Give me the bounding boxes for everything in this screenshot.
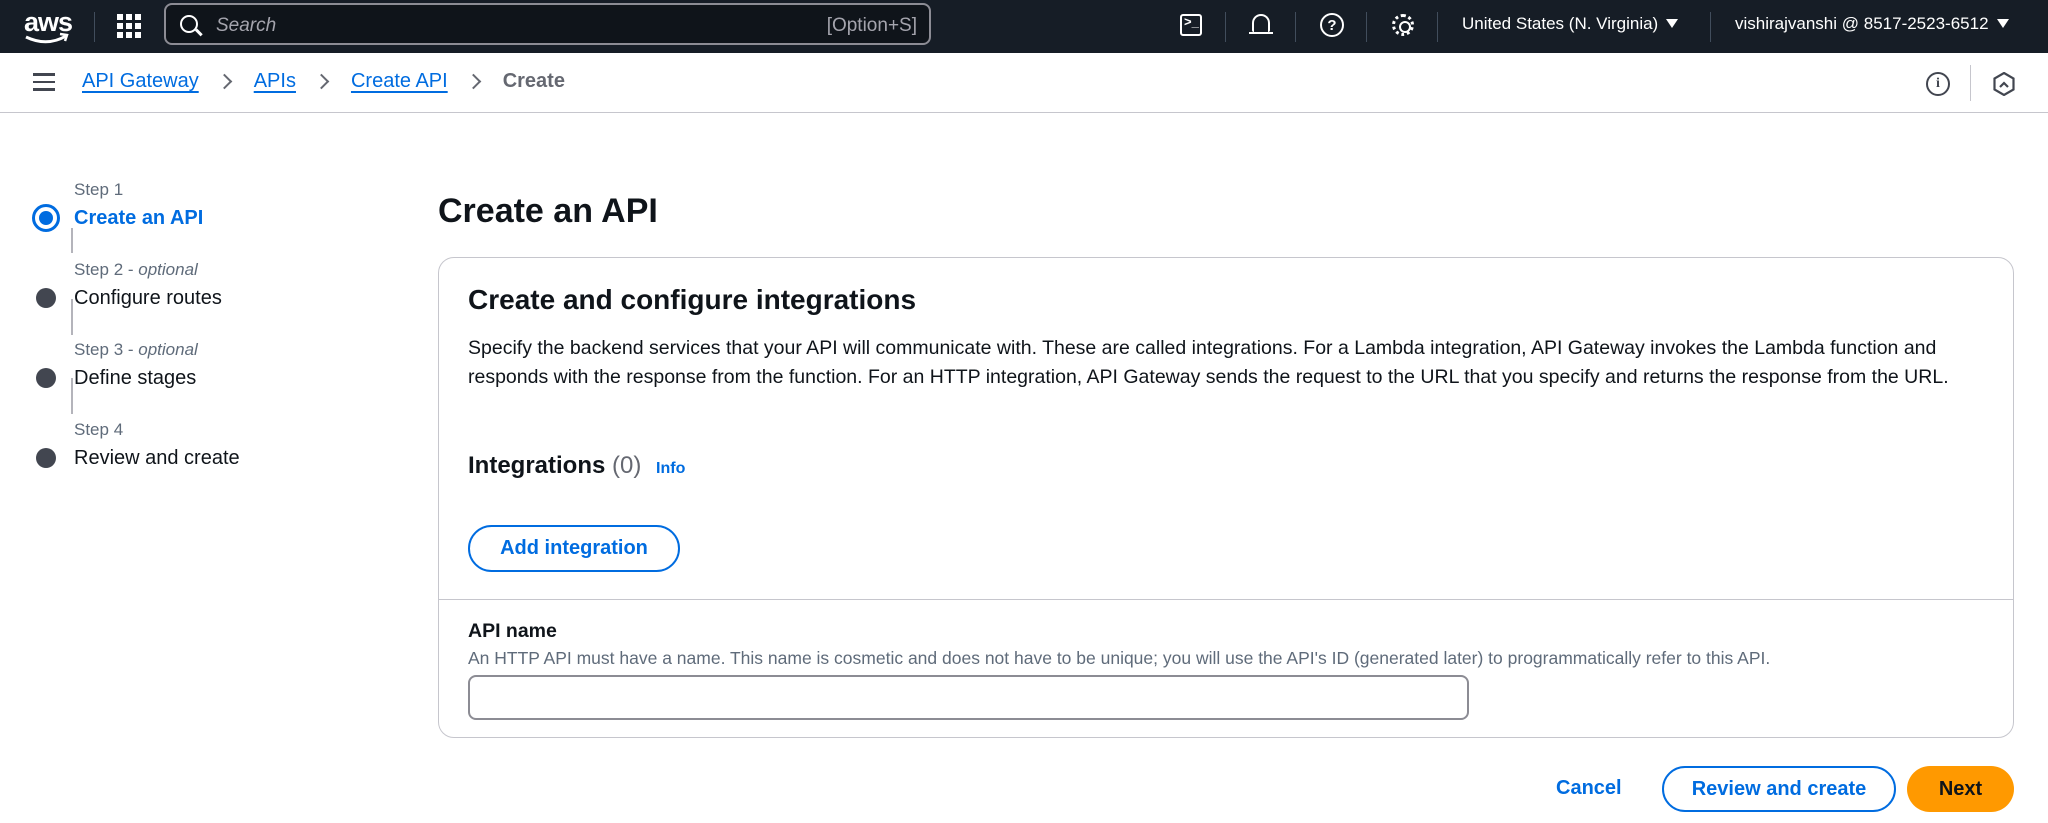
add-integration-button[interactable]: Add integration <box>468 525 680 572</box>
aws-smile-icon <box>25 32 69 44</box>
chevron-right-icon <box>465 73 481 90</box>
section-divider <box>439 599 2013 600</box>
breadcrumb-apis[interactable]: APIs <box>254 70 296 93</box>
breadcrumb-bar: API Gateway APIs Create API Create i <box>0 53 2048 113</box>
nav-divider <box>1710 12 1711 42</box>
api-name-label: API name <box>468 620 557 642</box>
search-icon <box>180 15 198 33</box>
step-connector <box>71 299 73 335</box>
step-number: Step 4 <box>74 420 124 439</box>
page-title: Create an API <box>438 192 658 230</box>
aws-logo[interactable]: aws <box>22 7 73 45</box>
search-placeholder: Search <box>216 15 277 36</box>
step-indicator-icon <box>36 288 56 308</box>
step-connector <box>71 228 73 253</box>
integrations-heading: Integrations (0) Info <box>468 452 686 479</box>
help-icon[interactable]: ? <box>1317 10 1347 40</box>
nav-divider <box>1225 12 1226 42</box>
step-active-indicator-icon <box>32 204 60 232</box>
step-number: Step 2 - optional <box>74 260 198 279</box>
nav-divider <box>94 12 95 42</box>
step-indicator-icon <box>36 368 56 388</box>
nav-divider <box>1295 12 1296 42</box>
breadcrumb-api-gateway[interactable]: API Gateway <box>82 70 199 93</box>
chevron-right-icon <box>313 73 330 90</box>
step-label: Review and create <box>74 447 240 469</box>
info-icon[interactable]: i <box>1926 72 1950 96</box>
cancel-button[interactable]: Cancel <box>1556 777 1622 800</box>
integrations-count: (0) <box>612 452 642 479</box>
next-button[interactable]: Next <box>1907 766 2014 812</box>
step-indicator-icon <box>36 448 56 468</box>
top-navigation-bar: aws Search [Option+S] ? United States (N… <box>0 0 2048 53</box>
nav-divider <box>1437 12 1438 42</box>
step-number: Step 3 - optional <box>74 340 198 359</box>
search-box[interactable]: Search [Option+S] <box>164 3 931 45</box>
step-number: Step 1 <box>74 180 124 199</box>
caret-down-icon <box>1666 19 1679 28</box>
search-shortcut: [Option+S] <box>826 15 917 36</box>
caret-down-icon <box>1996 19 2009 28</box>
api-name-input[interactable] <box>468 675 1469 720</box>
nav-divider <box>1366 12 1367 42</box>
step-label: Create an API <box>74 207 204 229</box>
step-label: Configure routes <box>74 287 222 309</box>
api-name-description: An HTTP API must have a name. This name … <box>468 648 1771 668</box>
region-selector[interactable]: United States (N. Virginia) <box>1462 14 1679 34</box>
notifications-bell-icon[interactable] <box>1246 10 1276 40</box>
step-label: Define stages <box>74 367 197 389</box>
breadcrumb-current: Create <box>502 70 565 92</box>
hexagon-settings-icon[interactable] <box>1993 72 2015 96</box>
review-and-create-button[interactable]: Review and create <box>1662 766 1896 812</box>
integrations-panel: Create and configure integrations Specif… <box>438 257 2014 738</box>
apps-grid-icon[interactable] <box>115 12 141 38</box>
step-connector <box>71 378 73 414</box>
account-menu[interactable]: vishirajvanshi @ 8517-2523-6512 <box>1735 14 2009 34</box>
chevron-right-icon <box>216 73 232 90</box>
breadcrumb-create-api[interactable]: Create API <box>351 70 448 93</box>
breadcrumb: API Gateway APIs Create API Create <box>82 70 565 93</box>
info-link[interactable]: Info <box>656 460 685 477</box>
panel-title: Create and configure integrations <box>468 284 917 315</box>
cloudshell-icon[interactable] <box>1176 10 1206 40</box>
menu-hamburger-icon[interactable] <box>33 73 55 91</box>
settings-gear-icon[interactable] <box>1388 10 1418 40</box>
toolbar-divider <box>1970 65 1971 101</box>
panel-description: Specify the backend services that your A… <box>468 337 1949 388</box>
